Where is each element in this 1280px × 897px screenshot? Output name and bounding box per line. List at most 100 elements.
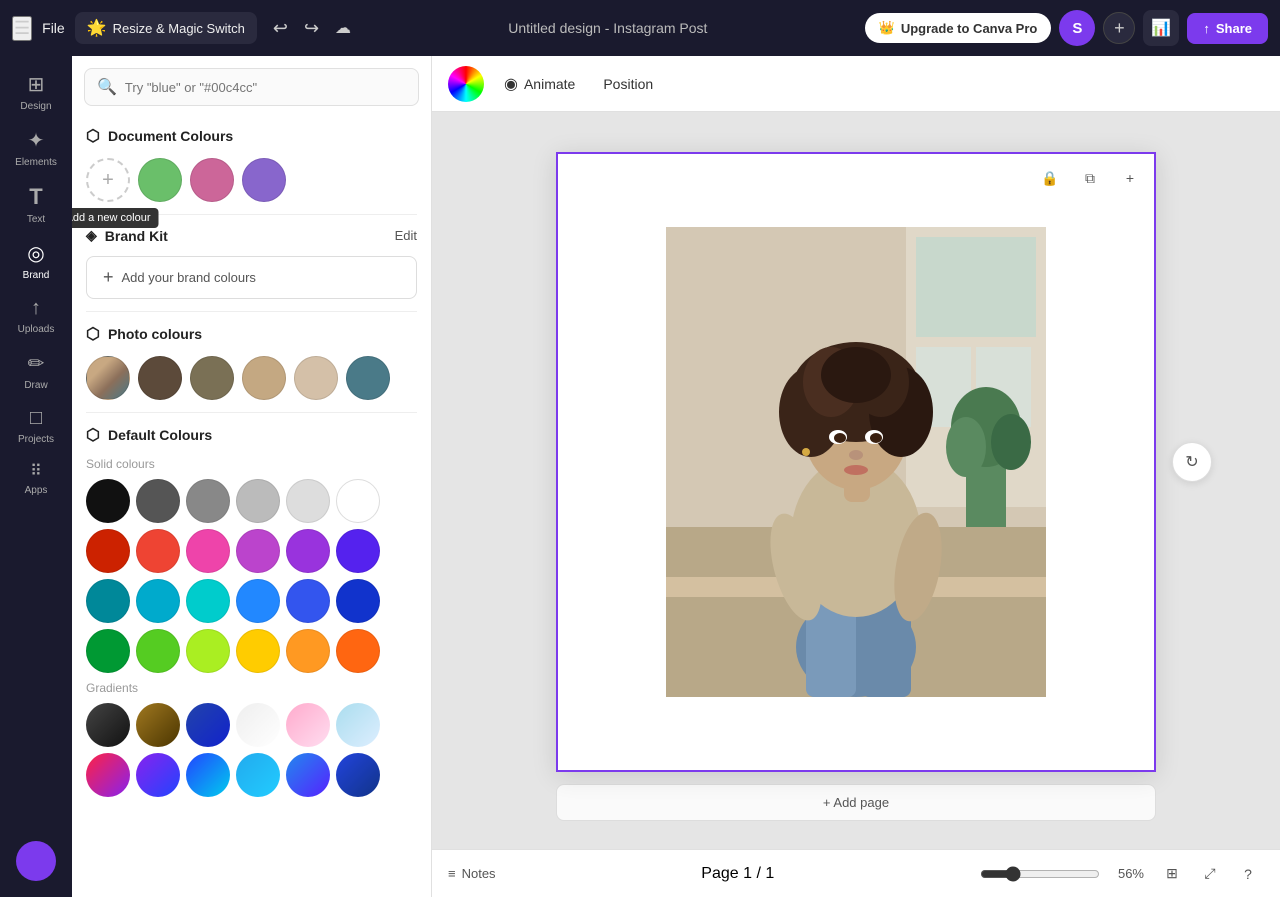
sidebar-item-text[interactable]: T Text <box>0 176 72 233</box>
undo-button[interactable]: ↩ <box>267 14 294 43</box>
swatch-aqua[interactable] <box>186 579 230 623</box>
gradient-4[interactable] <box>236 703 280 747</box>
search-input-wrap: 🔍 <box>84 68 419 106</box>
avatar-button[interactable]: S <box>1059 10 1095 46</box>
page-info: Page 1 / 1 <box>701 865 774 883</box>
add-brand-label: Add your brand colours <box>122 270 256 285</box>
swatch-black[interactable] <box>86 479 130 523</box>
photo-colour-4[interactable] <box>294 356 338 400</box>
photo-colours-icon: ⬡ <box>86 324 100 344</box>
gradient-8[interactable] <box>136 753 180 797</box>
gradient-9[interactable] <box>186 753 230 797</box>
edit-brand-kit-link[interactable]: Edit <box>395 228 417 243</box>
resize-magic-switch-button[interactable]: 🌟 Resize & Magic Switch <box>75 12 257 44</box>
sidebar-item-design[interactable]: ⊞ Design <box>0 64 72 120</box>
gradient-10[interactable] <box>236 753 280 797</box>
doc-colour-2[interactable] <box>190 158 234 202</box>
default-colours-label: Default Colours <box>108 427 212 443</box>
swatch-cyan[interactable] <box>136 579 180 623</box>
swatch-orange[interactable] <box>286 629 330 673</box>
gradient-7[interactable] <box>86 753 130 797</box>
swatch-yellow[interactable] <box>236 629 280 673</box>
photo-colour-5[interactable] <box>346 356 390 400</box>
swatch-teal[interactable] <box>86 579 130 623</box>
add-brand-colours-button[interactable]: + Add your brand colours <box>86 256 417 299</box>
uploads-icon: ↑ <box>31 297 41 320</box>
sidebar-item-uploads[interactable]: ↑ Uploads <box>0 289 72 343</box>
swatch-hotpink[interactable] <box>186 529 230 573</box>
file-menu-button[interactable]: File <box>42 20 65 36</box>
expand-icon-button[interactable]: + <box>1114 162 1146 194</box>
analytics-button[interactable]: 📊 <box>1143 10 1179 46</box>
swatch-darkred[interactable] <box>86 529 130 573</box>
swatch-lightgreen[interactable] <box>136 629 180 673</box>
main-area: ⊞ Design ✦ Elements T Text ◎ Brand ↑ Upl… <box>0 56 1280 897</box>
upgrade-button[interactable]: 👑 Upgrade to Canva Pro <box>865 13 1052 43</box>
photo-colour-1[interactable] <box>138 356 182 400</box>
swatch-skyblue[interactable] <box>236 579 280 623</box>
swatch-darkgray[interactable] <box>136 479 180 523</box>
canvas-photo <box>666 227 1046 697</box>
swatch-darkblue[interactable] <box>336 579 380 623</box>
swatch-white[interactable] <box>336 479 380 523</box>
photo-colour-photo[interactable] <box>86 356 130 400</box>
gradient-11[interactable] <box>286 753 330 797</box>
sidebar-item-draw[interactable]: ✏ Draw <box>0 343 72 399</box>
gradient-2[interactable] <box>136 703 180 747</box>
notes-button[interactable]: ≡ Notes <box>448 866 496 881</box>
doc-colour-3[interactable] <box>242 158 286 202</box>
sidebar-item-apps[interactable]: ⠿ Apps <box>0 453 72 504</box>
search-input[interactable] <box>125 80 406 95</box>
swatch-magenta[interactable] <box>236 529 280 573</box>
cloud-save-button[interactable]: ☁ <box>335 18 351 38</box>
sidebar-item-brand[interactable]: ◎ Brand <box>0 233 72 289</box>
add-page-button[interactable]: + Add page <box>556 784 1156 821</box>
doc-colour-1[interactable] <box>138 158 182 202</box>
gradient-3[interactable] <box>186 703 230 747</box>
swatch-darkorange[interactable] <box>336 629 380 673</box>
hamburger-button[interactable]: ☰ <box>12 16 32 41</box>
swatch-red[interactable] <box>136 529 180 573</box>
topbar: ☰ File 🌟 Resize & Magic Switch ↩ ↪ ☁ Unt… <box>0 0 1280 56</box>
solid-row-1 <box>86 479 417 523</box>
animate-button[interactable]: ◉ Animate <box>496 68 583 100</box>
share-button[interactable]: ↑ Share <box>1187 13 1268 44</box>
swatch-purple[interactable] <box>336 529 380 573</box>
photo-colour-3[interactable] <box>242 356 286 400</box>
canvas-area: ◉ Animate Position 🔒 ⧉ + <box>432 56 1280 897</box>
grid-view-button[interactable]: ⊞ <box>1156 858 1188 890</box>
expand-view-button[interactable]: ⤢ <box>1194 858 1226 890</box>
sidebar-item-elements[interactable]: ✦ Elements <box>0 120 72 176</box>
design-icon: ⊞ <box>28 72 45 97</box>
zoom-slider[interactable] <box>980 866 1100 882</box>
redo-button[interactable]: ↪ <box>298 14 325 43</box>
gradient-1[interactable] <box>86 703 130 747</box>
gradient-6[interactable] <box>336 703 380 747</box>
photo-colour-2[interactable] <box>190 356 234 400</box>
brand-kit-label: Brand Kit <box>105 228 168 244</box>
duplicate-icon-button[interactable]: ⧉ <box>1074 162 1106 194</box>
gradient-5[interactable] <box>286 703 330 747</box>
gradient-12[interactable] <box>336 753 380 797</box>
projects-icon: □ <box>30 407 42 430</box>
plus-button[interactable]: + <box>1103 12 1135 44</box>
lock-icon-button[interactable]: 🔒 <box>1034 162 1066 194</box>
swatch-gray[interactable] <box>186 479 230 523</box>
share-label: Share <box>1216 21 1252 36</box>
sidebar-item-projects[interactable]: □ Projects <box>0 399 72 453</box>
canvas-scroll-area[interactable]: 🔒 ⧉ + <box>432 112 1280 849</box>
bottom-left-dot-button[interactable] <box>16 841 56 881</box>
canvas-refresh-button[interactable]: ↻ <box>1172 442 1212 482</box>
swatch-lightgray[interactable] <box>236 479 280 523</box>
swatch-blue[interactable] <box>286 579 330 623</box>
photo-colours-section: ⬡ Photo colours <box>72 312 431 412</box>
animate-label: Animate <box>524 76 575 92</box>
position-button[interactable]: Position <box>595 70 661 98</box>
add-new-colour-button[interactable]: + Add a new colour <box>86 158 130 202</box>
color-wheel[interactable] <box>448 66 484 102</box>
swatch-verylightgray[interactable] <box>286 479 330 523</box>
swatch-yellowgreen[interactable] <box>186 629 230 673</box>
swatch-green[interactable] <box>86 629 130 673</box>
swatch-violet[interactable] <box>286 529 330 573</box>
help-button[interactable]: ? <box>1232 858 1264 890</box>
